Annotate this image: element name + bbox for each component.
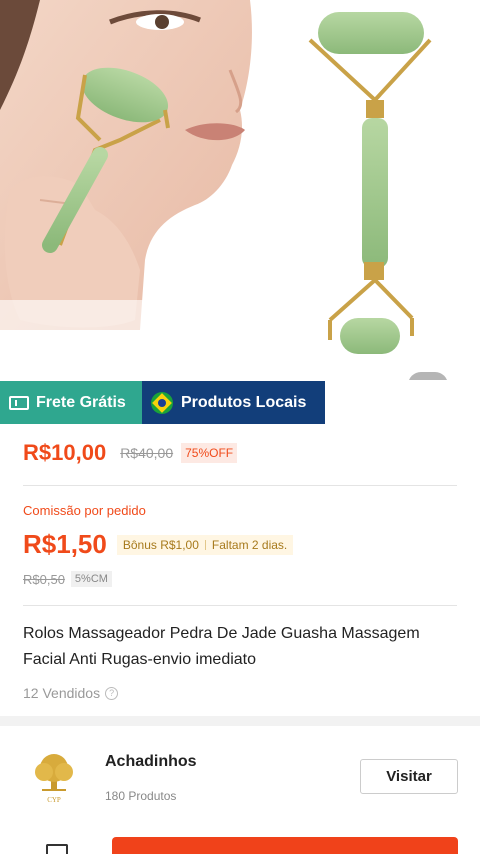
bonus-remaining: Faltam 2 dias. (211, 537, 288, 552)
brazil-flag-icon (151, 391, 173, 414)
shop-product-count: 180 Produtos (105, 789, 177, 803)
commission-rate-row: R$0,50 5%CM (23, 571, 112, 587)
sold-label: 12 Vendidos (23, 685, 101, 701)
visit-shop-button[interactable]: Visitar (360, 759, 458, 794)
commission-row: R$1,50 Bônus R$1,00 Faltam 2 dias. (23, 529, 294, 560)
shop-logo-text: CYP (47, 796, 61, 804)
shop-name: Achadinhos (105, 753, 197, 770)
buy-button[interactable] (112, 837, 458, 854)
commission-label: Comissão por pedido (23, 503, 146, 518)
store-icon[interactable] (46, 844, 68, 854)
current-price: R$10,00 (23, 440, 107, 465)
bonus-separator (204, 539, 206, 550)
bonus-amount: Bônus R$1,00 (122, 537, 199, 552)
shop-card[interactable]: CYP Achadinhos 180 Produtos Visitar (0, 726, 480, 836)
free-shipping-label: Frete Grátis (36, 393, 126, 411)
divider (23, 485, 457, 486)
sold-count: 12 Vendidos ? (23, 685, 119, 701)
bonus-tag: Bônus R$1,00 Faltam 2 dias. (116, 534, 294, 555)
local-products-label: Produtos Locais (181, 393, 307, 411)
old-commission: R$0,50 (23, 571, 65, 587)
commission-value: R$1,50 (23, 529, 107, 559)
product-image (0, 0, 432, 380)
commission-rate-tag: 5%CM (70, 571, 112, 587)
bottom-action-bar (0, 836, 480, 854)
product-badges: Frete Grátis Produtos Locais (0, 381, 325, 424)
divider (23, 605, 457, 606)
section-separator (0, 716, 480, 726)
free-shipping-badge: Frete Grátis (0, 381, 142, 424)
info-icon[interactable]: ? (105, 686, 119, 700)
shop-logo: CYP (24, 750, 84, 806)
truck-icon (9, 395, 29, 410)
image-page-indicator: 1/5 (408, 372, 448, 380)
discount-badge: 75%OFF (181, 443, 238, 463)
price-row: R$10,00 R$40,00 75%OFF (23, 440, 238, 466)
original-price: R$40,00 (120, 445, 174, 461)
product-title: Rolos Massageador Pedra De Jade Guasha M… (23, 625, 420, 668)
local-products-badge: Produtos Locais (142, 381, 325, 424)
product-image-gallery[interactable]: 1/5 (0, 0, 480, 380)
